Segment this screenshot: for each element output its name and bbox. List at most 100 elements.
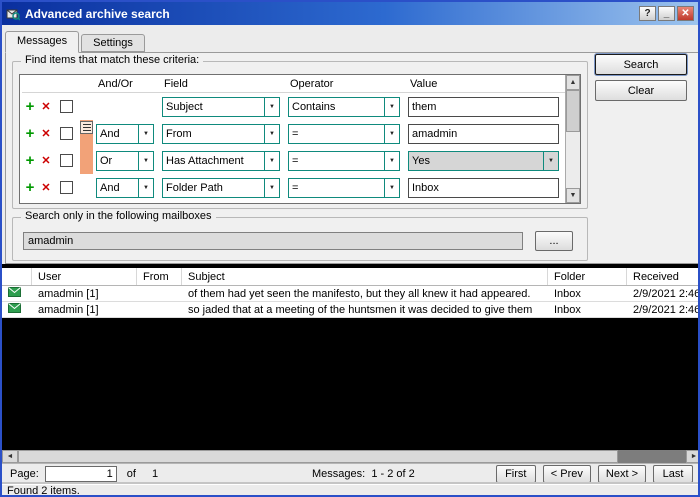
field-select[interactable]: From ▼ [162, 124, 280, 144]
chevron-down-icon[interactable]: ▼ [264, 179, 279, 197]
scroll-right-icon[interactable]: ► [686, 450, 700, 463]
titlebar-buttons: ? _ ✕ [639, 6, 694, 21]
chevron-down-icon[interactable]: ▼ [138, 179, 153, 197]
chevron-down-icon[interactable]: ▼ [384, 152, 399, 170]
operator-value: Contains [289, 101, 384, 113]
group-icon[interactable] [80, 121, 93, 134]
chevron-down-icon[interactable]: ▼ [264, 125, 279, 143]
scroll-left-icon[interactable]: ◄ [2, 450, 18, 463]
next-page-button[interactable]: Next > [598, 465, 646, 483]
andor-value: And [97, 128, 138, 140]
column-subject[interactable]: Subject [182, 268, 548, 285]
scrollbar-thumb[interactable] [566, 90, 580, 132]
mail-icon [8, 303, 21, 313]
scroll-down-icon[interactable]: ▼ [566, 188, 580, 203]
status-bar: Found 2 items. [2, 484, 698, 497]
title-bar[interactable]: Advanced archive search ? _ ✕ [2, 2, 698, 25]
remove-criterion-button[interactable]: ✕ [38, 154, 54, 167]
column-from[interactable]: From [137, 268, 182, 285]
chevron-down-icon[interactable]: ▼ [384, 125, 399, 143]
add-criterion-button[interactable]: + [22, 126, 38, 141]
column-folder[interactable]: Folder [548, 268, 627, 285]
minimize-button[interactable]: _ [658, 6, 675, 21]
header-field: Field [162, 78, 280, 90]
messages-range: 1 - 2 of 2 [371, 468, 414, 480]
value-select[interactable]: Yes ▼ [408, 151, 559, 171]
close-button[interactable]: ✕ [677, 6, 694, 21]
operator-value: = [289, 128, 384, 140]
page-number-input[interactable] [45, 466, 117, 482]
chevron-down-icon[interactable]: ▼ [264, 152, 279, 170]
search-button[interactable]: Search [595, 54, 687, 75]
andor-value: And [97, 182, 138, 194]
results-panel: User From Subject Folder Received amadmi… [2, 264, 700, 463]
column-icon[interactable] [2, 268, 32, 285]
field-value: Has Attachment [163, 155, 264, 167]
chevron-down-icon[interactable]: ▼ [384, 98, 399, 116]
chevron-down-icon[interactable]: ▼ [543, 152, 558, 170]
operator-select[interactable]: = ▼ [288, 178, 400, 198]
criteria-header-row: And/Or Field Operator Value [22, 75, 565, 93]
chevron-down-icon[interactable]: ▼ [264, 98, 279, 116]
tab-messages[interactable]: Messages [5, 31, 79, 53]
chevron-down-icon[interactable]: ▼ [138, 152, 153, 170]
mailbox-input[interactable] [23, 232, 523, 250]
help-button[interactable]: ? [639, 6, 656, 21]
result-received: 2/9/2021 2:46 [627, 304, 700, 316]
value-input[interactable] [408, 178, 559, 198]
results-horizontal-scrollbar[interactable]: ◄ ► [2, 450, 700, 463]
value-text: Yes [409, 155, 543, 167]
field-select[interactable]: Subject ▼ [162, 97, 280, 117]
criterion-checkbox[interactable] [60, 181, 73, 194]
chevron-down-icon[interactable]: ▼ [138, 125, 153, 143]
remove-criterion-button[interactable]: ✕ [38, 127, 54, 140]
tab-strip: Messages Settings [5, 31, 147, 53]
criterion-checkbox[interactable] [60, 100, 73, 113]
operator-select[interactable]: = ▼ [288, 151, 400, 171]
remove-criterion-button[interactable]: ✕ [38, 181, 54, 194]
column-user[interactable]: User [32, 268, 137, 285]
prev-page-button[interactable]: < Prev [543, 465, 591, 483]
mailbox-browse-button[interactable]: ... [535, 231, 573, 251]
scroll-up-icon[interactable]: ▲ [566, 75, 580, 90]
column-received[interactable]: Received [627, 268, 700, 285]
field-select[interactable]: Has Attachment ▼ [162, 151, 280, 171]
result-folder: Inbox [548, 288, 627, 300]
andor-select[interactable]: Or ▼ [96, 151, 154, 171]
criteria-group-title: Find items that match these criteria: [21, 54, 203, 66]
clear-button[interactable]: Clear [595, 80, 687, 101]
andor-select[interactable]: And ▼ [96, 178, 154, 198]
status-text: Found 2 items. [7, 485, 80, 497]
chevron-down-icon[interactable]: ▼ [384, 179, 399, 197]
add-criterion-button[interactable]: + [22, 99, 38, 114]
result-folder: Inbox [548, 304, 627, 316]
result-received: 2/9/2021 2:46 [627, 288, 700, 300]
operator-select[interactable]: Contains ▼ [288, 97, 400, 117]
field-select[interactable]: Folder Path ▼ [162, 178, 280, 198]
value-input[interactable] [408, 97, 559, 117]
operator-select[interactable]: = ▼ [288, 124, 400, 144]
result-row[interactable]: amadmin [1] of them had yet seen the man… [2, 286, 700, 302]
criterion-checkbox[interactable] [60, 127, 73, 140]
operator-value: = [289, 155, 384, 167]
criteria-groupbox: Find items that match these criteria: An… [12, 61, 588, 209]
mailbox-group-title: Search only in the following mailboxes [21, 210, 216, 222]
andor-select[interactable]: And ▼ [96, 124, 154, 144]
mailbox-groupbox: Search only in the following mailboxes .… [12, 217, 588, 261]
scrollbar-track[interactable] [618, 450, 686, 463]
header-operator: Operator [288, 78, 400, 90]
tab-settings[interactable]: Settings [81, 34, 145, 52]
scrollbar-thumb[interactable] [18, 450, 618, 463]
criterion-checkbox[interactable] [60, 154, 73, 167]
first-page-button[interactable]: First [496, 465, 536, 483]
add-criterion-button[interactable]: + [22, 153, 38, 168]
last-page-button[interactable]: Last [653, 465, 693, 483]
value-input[interactable] [408, 124, 559, 144]
add-criterion-button[interactable]: + [22, 180, 38, 195]
result-row[interactable]: amadmin [1] so jaded that at a meeting o… [2, 302, 700, 318]
group-highlight [80, 147, 93, 174]
andor-value: Or [97, 155, 138, 167]
remove-criterion-button[interactable]: ✕ [38, 100, 54, 113]
criteria-scrollbar[interactable]: ▲ ▼ [565, 75, 580, 203]
app-icon [6, 7, 20, 21]
